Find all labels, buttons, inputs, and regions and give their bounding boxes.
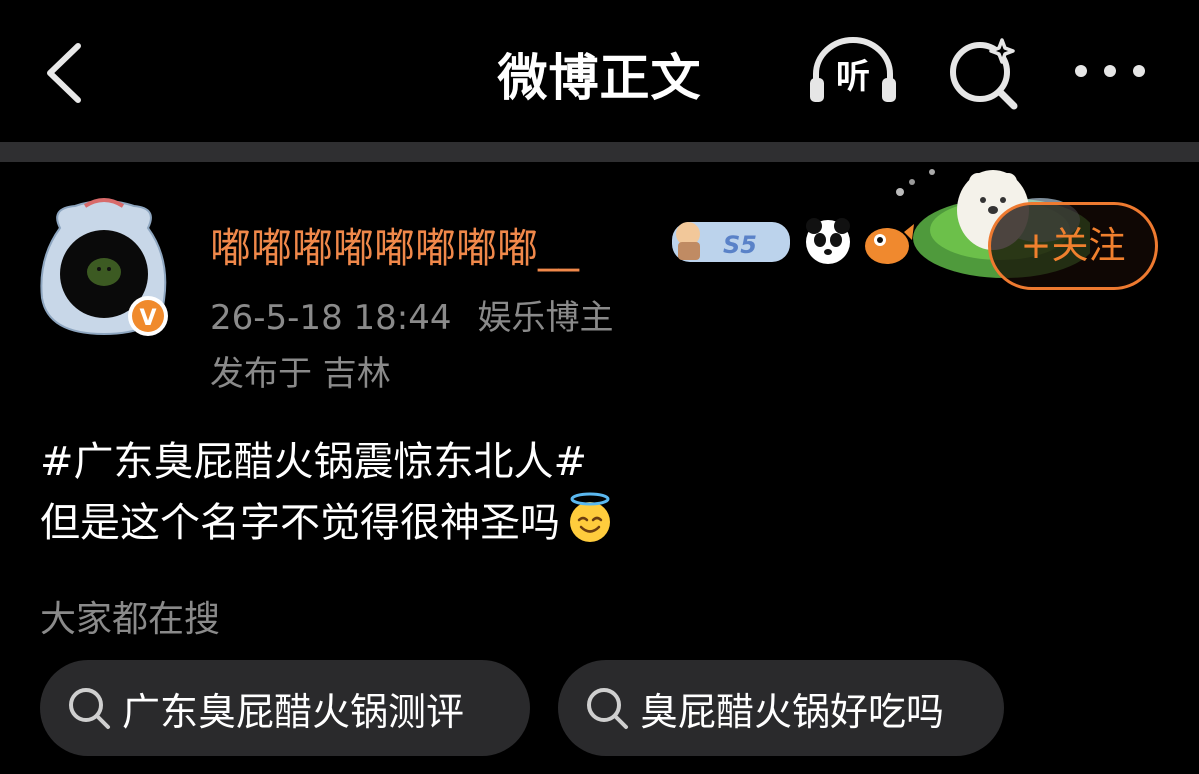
search-chip-label: 臭屁醋火锅好吃吗 xyxy=(640,689,945,734)
watermark-fade xyxy=(1000,700,1199,774)
username-link[interactable]: 嘟嘟嘟嘟嘟嘟嘟嘟__ xyxy=(210,214,579,274)
post-location: 发布于 吉林 xyxy=(210,354,391,394)
more-dots-icon xyxy=(1075,65,1145,77)
hashtag-link[interactable]: #广东臭屁醋火锅震惊东北人# xyxy=(40,432,1160,492)
post-text: 但是这个名字不觉得很神圣吗 xyxy=(40,500,560,546)
search-button[interactable] xyxy=(944,34,1024,110)
trending-search-label: 大家都在搜 xyxy=(40,599,221,640)
follow-button[interactable]: +关注 xyxy=(988,202,1158,290)
avatar-image: V xyxy=(40,198,168,336)
post-meta: 26-5-18 18:44 娱乐博主 xyxy=(210,290,614,339)
post-text-line: 但是这个名字不觉得很神圣吗 xyxy=(40,492,1160,553)
user-badges: S5 xyxy=(668,212,918,270)
top-bar: 微博正文 听 xyxy=(0,0,1199,142)
listen-button[interactable]: 听 xyxy=(806,34,900,106)
more-button[interactable] xyxy=(1070,56,1150,86)
listen-label: 听 xyxy=(836,57,870,97)
search-chip[interactable]: 臭屁醋火锅好吃吗 xyxy=(558,660,1004,756)
search-chip[interactable]: 广东臭屁醋火锅测评 xyxy=(40,660,530,756)
search-sparkle-icon xyxy=(950,38,1018,110)
search-icon xyxy=(69,688,110,729)
search-icon xyxy=(587,688,628,729)
search-chip-label: 广东臭屁醋火锅测评 xyxy=(122,689,465,734)
avatar[interactable]: V xyxy=(30,188,178,340)
verified-mark: V xyxy=(139,306,156,331)
smiling-face-with-halo-icon xyxy=(570,492,610,542)
author-tag: 娱乐博主 xyxy=(477,298,614,338)
header-divider xyxy=(0,142,1199,162)
level-badge-text: S5 xyxy=(723,231,757,259)
post-content: #广东臭屁醋火锅震惊东北人# 但是这个名字不觉得很神圣吗 xyxy=(40,432,1160,553)
badge-icons: S5 xyxy=(672,218,914,264)
post-timestamp: 26-5-18 18:44 xyxy=(210,298,452,338)
